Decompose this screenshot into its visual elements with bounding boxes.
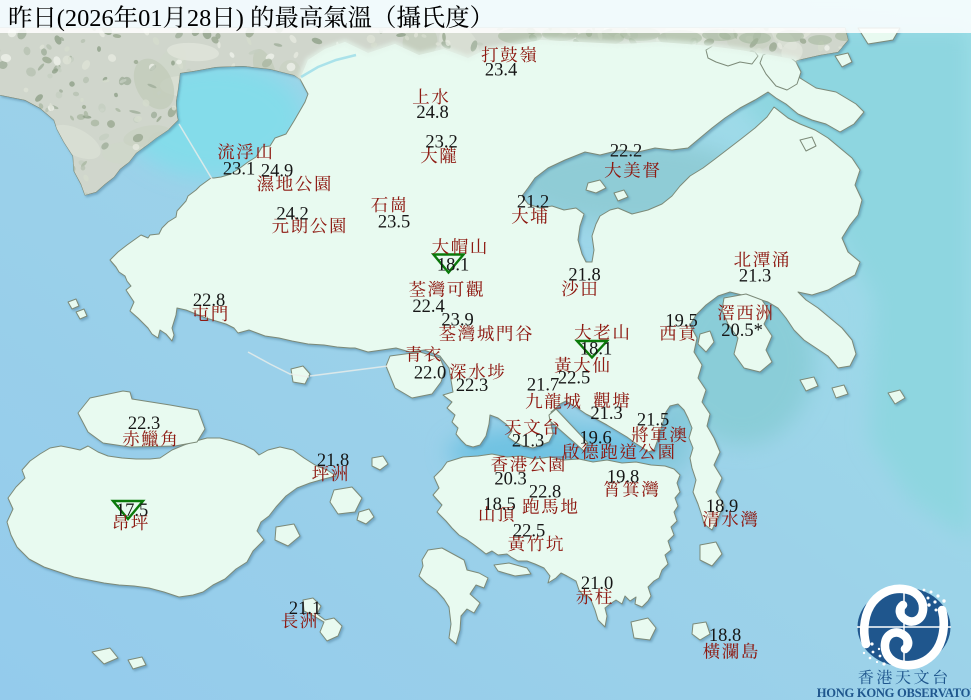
svg-text:22.5: 22.5 [558,369,590,389]
svg-text:HONG KONG OBSERVATORY: HONG KONG OBSERVATORY [817,686,971,700]
svg-text:21.1: 21.1 [289,599,321,619]
svg-text:19.6: 19.6 [579,428,611,448]
svg-text:22.2: 22.2 [610,142,642,162]
svg-text:24.8: 24.8 [416,103,448,123]
svg-text:22.3: 22.3 [456,376,488,396]
svg-text:20.3: 20.3 [494,470,526,490]
svg-text:22.5: 22.5 [513,522,545,542]
svg-text:22.8: 22.8 [529,482,561,502]
svg-text:01: 01 [138,5,162,32]
svg-text:(2026: (2026 [57,5,114,32]
svg-text:21.2: 21.2 [517,193,549,213]
svg-text:): ) [236,5,250,32]
svg-text:21.8: 21.8 [317,451,349,471]
svg-text:23.5: 23.5 [378,213,410,233]
svg-text:23.1: 23.1 [223,160,255,180]
svg-text:21.3: 21.3 [590,404,622,424]
svg-text:18.8: 18.8 [709,626,741,646]
svg-text:21.8: 21.8 [568,266,600,286]
svg-text:20.5*: 20.5* [721,321,763,341]
svg-text:24.2: 24.2 [276,205,308,225]
svg-text:18.1: 18.1 [580,340,612,360]
svg-text:21.3: 21.3 [512,431,544,451]
svg-text:21.7: 21.7 [527,376,559,396]
svg-text:19.5: 19.5 [665,311,697,331]
svg-text:24.9: 24.9 [261,162,293,182]
svg-text:17.5: 17.5 [116,501,148,521]
svg-text:18.9: 18.9 [706,497,738,517]
svg-text:28: 28 [187,5,211,32]
svg-text:22.3: 22.3 [128,414,160,434]
svg-text:21.5: 21.5 [637,410,669,430]
svg-text:22.4: 22.4 [412,297,444,317]
svg-text:23.9: 23.9 [441,311,473,331]
svg-text:22.0: 22.0 [414,364,446,384]
svg-text:18.1: 18.1 [437,256,469,276]
svg-text:21.3: 21.3 [739,266,771,286]
svg-text:19.8: 19.8 [607,468,639,488]
svg-text:18.5: 18.5 [483,495,515,515]
svg-text:22.8: 22.8 [193,291,225,311]
svg-text:21.0: 21.0 [581,574,613,594]
svg-text:23.2: 23.2 [425,133,457,153]
svg-text:23.4: 23.4 [485,61,517,81]
